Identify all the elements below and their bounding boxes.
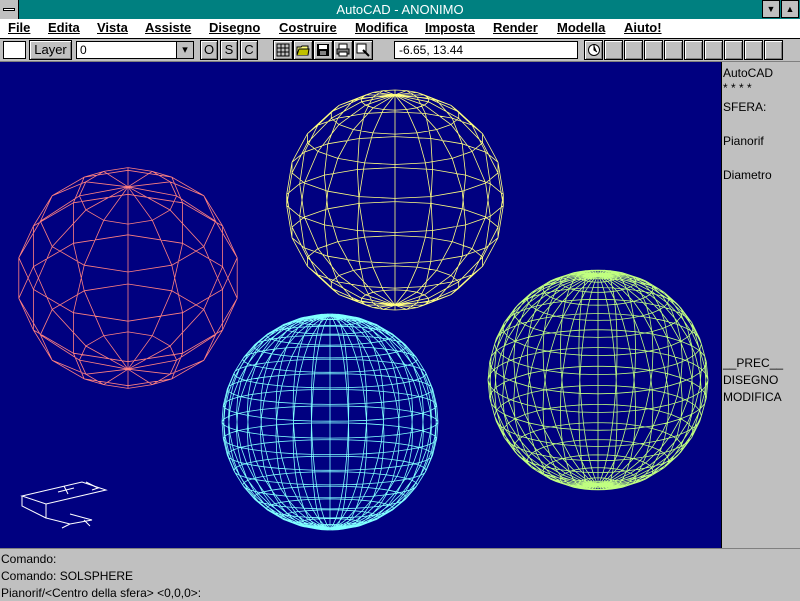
toolbar-blank-button-5[interactable] xyxy=(684,40,703,60)
snap-toggle[interactable]: S xyxy=(220,40,238,60)
toolbar-blank-button-9[interactable] xyxy=(764,40,783,60)
layer-select[interactable]: 0 ▾ xyxy=(76,41,194,59)
menu-bar: File Edita Vista Assiste Disegno Costrui… xyxy=(0,19,800,39)
grid-button[interactable] xyxy=(273,40,293,60)
chevron-down-icon[interactable]: ▾ xyxy=(176,42,193,58)
maximize-button[interactable]: ▲ xyxy=(781,0,799,18)
zoom-window-button[interactable] xyxy=(353,40,373,60)
green-sphere-mesh xyxy=(487,269,709,491)
screen-menu-autocad[interactable]: AutoCAD xyxy=(723,66,773,80)
ucs-icon xyxy=(20,481,108,529)
command-prompt[interactable]: Pianorif/<Centro della sfera> <0,0,0>: xyxy=(1,586,201,600)
print-button[interactable] xyxy=(333,40,353,60)
toolbar-blank-button-6[interactable] xyxy=(704,40,723,60)
green-sphere-wireframe[interactable] xyxy=(487,269,709,491)
toolbar-custom-button-1[interactable] xyxy=(584,40,603,60)
printer-icon xyxy=(336,43,350,57)
toolbar-blank-button-3[interactable] xyxy=(644,40,663,60)
menu-render[interactable]: Render xyxy=(493,20,538,35)
toolbar-blank-button-2[interactable] xyxy=(624,40,643,60)
menu-vista[interactable]: Vista xyxy=(97,20,128,35)
toolbar: Layer 0 ▾ O S C -6.65, 13.44 xyxy=(0,39,800,62)
screen-menu-pianorif[interactable]: Pianorif xyxy=(723,134,764,148)
layer-select-value: 0 xyxy=(80,43,87,57)
maximize-icon: ▲ xyxy=(785,4,795,14)
yellow-sphere-wireframe[interactable] xyxy=(286,89,504,311)
menu-imposta[interactable]: Imposta xyxy=(425,20,475,35)
screen-menu-asterisks[interactable]: * * * * xyxy=(723,81,752,95)
coords-toggle[interactable]: C xyxy=(240,40,258,60)
drawing-area xyxy=(18,89,709,531)
compass-icon xyxy=(587,44,600,56)
screen-menu: AutoCAD * * * * SFERA: Pianorif Diametro… xyxy=(721,62,800,548)
window-title: AutoCAD - ANONIMO xyxy=(336,2,464,17)
menu-assiste[interactable]: Assiste xyxy=(145,20,191,35)
menu-edita[interactable]: Edita xyxy=(48,20,80,35)
screen-menu-sfera[interactable]: SFERA: xyxy=(723,100,766,114)
layer-color-swatch[interactable] xyxy=(3,41,26,59)
layer-button[interactable]: Layer xyxy=(29,40,72,60)
toolbar-blank-button-1[interactable] xyxy=(604,40,623,60)
title-bar: AutoCAD - ANONIMO ▼ ▲ xyxy=(0,0,800,20)
menu-disegno[interactable]: Disegno xyxy=(209,20,260,35)
open-folder-icon xyxy=(296,45,310,56)
grid-icon xyxy=(276,43,290,57)
save-button[interactable] xyxy=(313,40,333,60)
minimize-icon: ▼ xyxy=(766,4,776,14)
screen-menu-prec[interactable]: __PREC__ xyxy=(723,356,783,370)
yellow-sphere-mesh xyxy=(286,89,504,311)
screen-menu-modifica[interactable]: MODIFICA xyxy=(723,390,782,404)
menu-aiuto[interactable]: Aiuto! xyxy=(624,20,662,35)
cyan-sphere-mesh xyxy=(221,313,439,531)
screen-menu-disegno[interactable]: DISEGNO xyxy=(723,373,778,387)
toolbar-blank-button-7[interactable] xyxy=(724,40,743,60)
command-history-line: Comando: xyxy=(1,552,57,566)
open-button[interactable] xyxy=(293,40,313,60)
menu-modifica[interactable]: Modifica xyxy=(355,20,408,35)
drawing-canvas[interactable] xyxy=(0,62,721,548)
ortho-toggle[interactable]: O xyxy=(200,40,218,60)
menu-file[interactable]: File xyxy=(8,20,30,35)
command-line-area[interactable]: Comando: Comando: SOLSPHERE Pianorif/<Ce… xyxy=(0,548,800,601)
menu-modella[interactable]: Modella xyxy=(557,20,605,35)
toolbar-blank-button-8[interactable] xyxy=(744,40,763,60)
toolbar-blank-button-4[interactable] xyxy=(664,40,683,60)
screen-menu-diametro[interactable]: Diametro xyxy=(723,168,772,182)
zoom-window-icon xyxy=(356,43,370,57)
save-disk-icon xyxy=(317,44,329,56)
coordinate-display: -6.65, 13.44 xyxy=(394,41,578,59)
pink-sphere-mesh xyxy=(18,167,238,389)
pink-sphere-wireframe[interactable] xyxy=(18,167,238,389)
minimize-button[interactable]: ▼ xyxy=(762,0,780,18)
command-history-line: Comando: SOLSPHERE xyxy=(1,569,134,583)
menu-costruire[interactable]: Costruire xyxy=(279,20,337,35)
cyan-sphere-wireframe[interactable] xyxy=(221,313,439,531)
